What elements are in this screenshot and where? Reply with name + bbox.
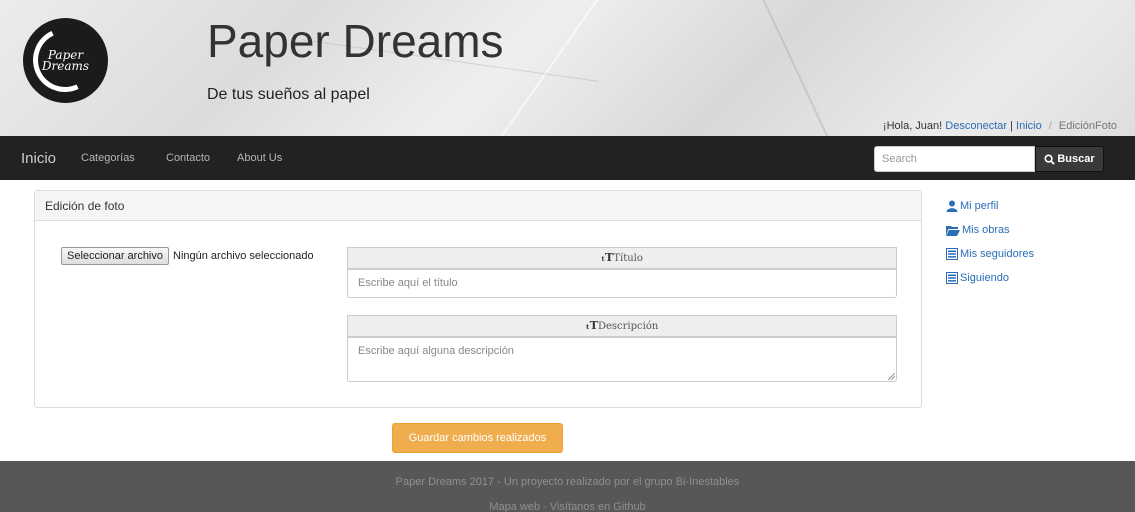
footer-credits: Paper Dreams 2017 - Un proyecto realizad…: [395, 476, 740, 488]
nav-item-categorias[interactable]: Categorías: [81, 152, 135, 164]
nav-item-contacto[interactable]: Contacto: [166, 152, 210, 164]
panel-heading: Edición de foto: [35, 191, 921, 221]
sitemap-link[interactable]: Mapa web: [489, 501, 540, 512]
home-link[interactable]: Inicio: [1016, 120, 1042, 132]
logo-text: Paper Dreams: [41, 47, 90, 73]
save-changes-button[interactable]: Guardar cambios realizados: [392, 423, 563, 453]
breadcrumb-separator: /: [1048, 120, 1052, 132]
site-title: Paper Dreams: [207, 15, 504, 67]
sidebar-item-siguiendo[interactable]: Siguiendo: [946, 272, 1009, 284]
description-label: ₜTDescripción: [347, 315, 897, 337]
sidebar-item-label: Mi perfil: [960, 200, 999, 212]
user-icon: [946, 200, 958, 212]
nav-item-about-us[interactable]: About Us: [237, 152, 282, 164]
folder-open-icon: [946, 225, 960, 236]
title-label: ₜTTítulo: [347, 247, 897, 269]
edit-photo-panel: Edición de foto Seleccionar archivo Ning…: [34, 190, 922, 408]
search-input[interactable]: [874, 146, 1035, 172]
sidebar-item-mis-obras[interactable]: Mis obras: [946, 224, 1010, 236]
search-icon: [1044, 153, 1056, 165]
search-button-label: Buscar: [1057, 153, 1095, 165]
sidebar-item-mi-perfil[interactable]: Mi perfil: [946, 200, 999, 212]
site-subtitle: De tus sueños al papel: [207, 86, 370, 103]
list-icon: [946, 248, 958, 260]
footer-separator: -: [543, 501, 547, 512]
description-textarea[interactable]: Escribe aquí alguna descripción: [347, 337, 897, 382]
paper-crease: [757, 0, 845, 136]
description-label-text: Descripción: [597, 321, 659, 332]
title-label-text: Título: [613, 253, 643, 264]
sidebar-item-label: Siguiendo: [960, 272, 1009, 284]
sidebar-item-mis-seguidores[interactable]: Mis seguidores: [946, 248, 1034, 260]
breadcrumb: ¡Hola, Juan! Desconectar | Inicio / Edic…: [883, 120, 1117, 132]
footer-links: Mapa web - Visítanos en Github: [0, 501, 1135, 512]
link-separator: |: [1010, 120, 1013, 132]
sidebar-item-label: Mis seguidores: [960, 248, 1034, 260]
file-picker: Seleccionar archivo Ningún archivo selec…: [61, 247, 314, 265]
greeting: ¡Hola, Juan!: [882, 120, 943, 132]
github-link[interactable]: Visítanos en Github: [550, 501, 646, 512]
list-icon: [946, 272, 958, 284]
logo[interactable]: Paper Dreams: [23, 18, 108, 103]
logout-link[interactable]: Desconectar: [945, 120, 1007, 132]
sidebar-item-label: Mis obras: [962, 224, 1010, 236]
choose-file-button[interactable]: Seleccionar archivo: [61, 247, 169, 265]
title-input[interactable]: Escribe aquí el título: [347, 269, 897, 298]
breadcrumb-current: EdiciónFoto: [1058, 120, 1117, 132]
search-button[interactable]: Buscar: [1035, 146, 1104, 172]
site-footer: Paper Dreams 2017 - Un proyecto realizad…: [0, 461, 1135, 512]
site-header: Paper Dreams Paper Dreams De tus sueños …: [0, 0, 1135, 136]
resize-handle-icon[interactable]: [888, 373, 895, 380]
text-height-icon: ₜT: [585, 319, 598, 332]
text-height-icon: ₜT: [601, 251, 614, 264]
file-status: Ningún archivo seleccionado: [173, 250, 314, 262]
nav-brand-home[interactable]: Inicio: [21, 150, 56, 167]
